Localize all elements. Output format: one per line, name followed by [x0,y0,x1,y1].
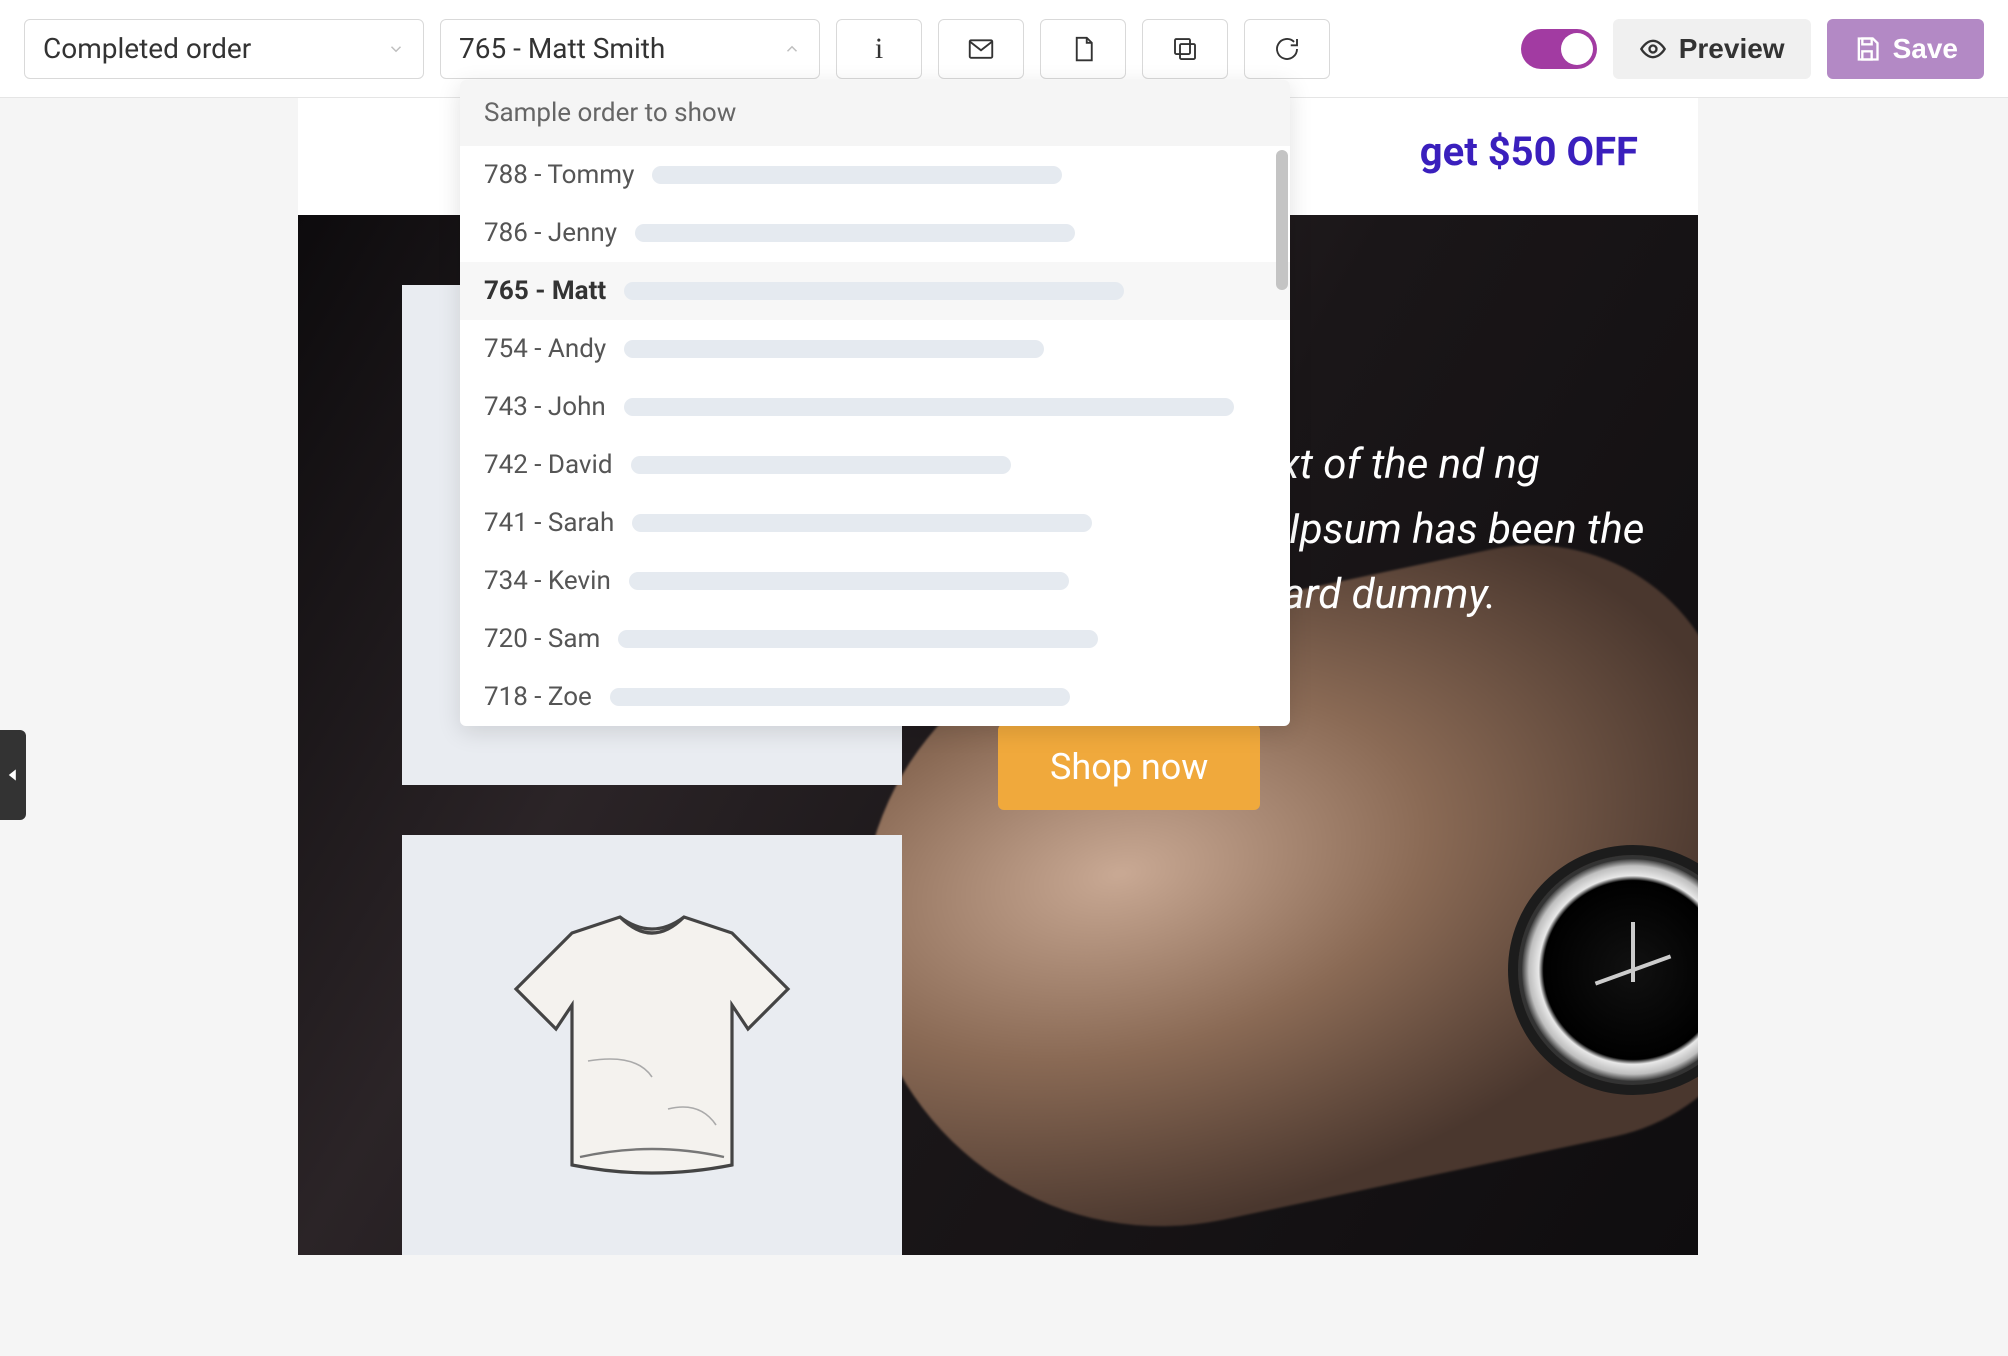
mail-icon [966,34,996,64]
info-icon: i [875,32,883,66]
status-select-value: Completed order [43,32,251,65]
dropdown-item-label: 786 - Jenny [484,218,617,248]
save-label: Save [1893,33,1958,65]
placeholder-bar [618,630,1098,648]
document-icon [1068,34,1098,64]
order-dropdown-panel: Sample order to show 788 - Tommy 786 - Je… [460,80,1290,726]
placeholder-bar [652,166,1062,184]
triangle-left-icon [6,768,20,782]
dropdown-list: 788 - Tommy 786 - Jenny 765 - Matt 754 - An… [460,146,1290,726]
dropdown-scrollbar[interactable] [1276,150,1288,290]
eye-icon [1639,35,1667,63]
placeholder-bar [631,456,1011,474]
save-icon [1853,35,1881,63]
dropdown-item[interactable]: 720 - Sam [460,610,1290,668]
preview-button[interactable]: Preview [1613,19,1811,79]
info-button[interactable]: i [836,19,922,79]
dropdown-item[interactable]: 741 - Sarah [460,494,1290,552]
dropdown-item-label: 734 - Kevin [484,566,611,596]
dropdown-item[interactable]: 743 - John [460,378,1290,436]
order-select-value: 765 - Matt Smith [459,32,665,65]
tshirt-illustration [492,895,812,1195]
dropdown-item-label: 754 - Andy [484,334,606,364]
dropdown-item-label: 765 - Matt [484,276,606,306]
panel-collapse-handle[interactable] [0,730,26,820]
document-button[interactable] [1040,19,1126,79]
chevron-down-icon [387,40,405,58]
placeholder-bar [624,340,1044,358]
copy-button[interactable] [1142,19,1228,79]
placeholder-bar [632,514,1092,532]
live-toggle[interactable] [1521,29,1597,69]
email-button[interactable] [938,19,1024,79]
toggle-knob [1561,33,1593,65]
copy-icon [1170,34,1200,64]
status-select[interactable]: Completed order [24,19,424,79]
dropdown-item[interactable]: 754 - Andy [460,320,1290,378]
placeholder-bar [610,688,1070,706]
dropdown-item[interactable]: 734 - Kevin [460,552,1290,610]
dropdown-item-label: 788 - Tommy [484,160,634,190]
dropdown-item-label: 718 - Zoe [484,682,592,712]
dropdown-item[interactable]: 788 - Tommy [460,146,1290,204]
refresh-button[interactable] [1244,19,1330,79]
save-button[interactable]: Save [1827,19,1984,79]
dropdown-item-label: 720 - Sam [484,624,600,654]
placeholder-bar [624,282,1124,300]
dropdown-item[interactable]: 765 - Matt [460,262,1290,320]
dropdown-item-label: 742 - David [484,450,613,480]
dropdown-item[interactable]: 742 - David [460,436,1290,494]
placeholder-bar [635,224,1075,242]
preview-label: Preview [1679,33,1785,65]
dropdown-item-label: 743 - John [484,392,606,422]
dropdown-item-label: 741 - Sarah [484,508,614,538]
dropdown-item[interactable]: 718 - Zoe [460,668,1290,726]
placeholder-bar [624,398,1234,416]
refresh-icon [1272,34,1302,64]
product-card-2 [402,835,902,1255]
chevron-up-icon [783,40,801,58]
dropdown-header: Sample order to show [460,80,1290,146]
order-select[interactable]: 765 - Matt Smith [440,19,820,79]
shop-now-button[interactable]: Shop now [998,724,1260,810]
dropdown-item[interactable]: 786 - Jenny [460,204,1290,262]
placeholder-bar [629,572,1069,590]
